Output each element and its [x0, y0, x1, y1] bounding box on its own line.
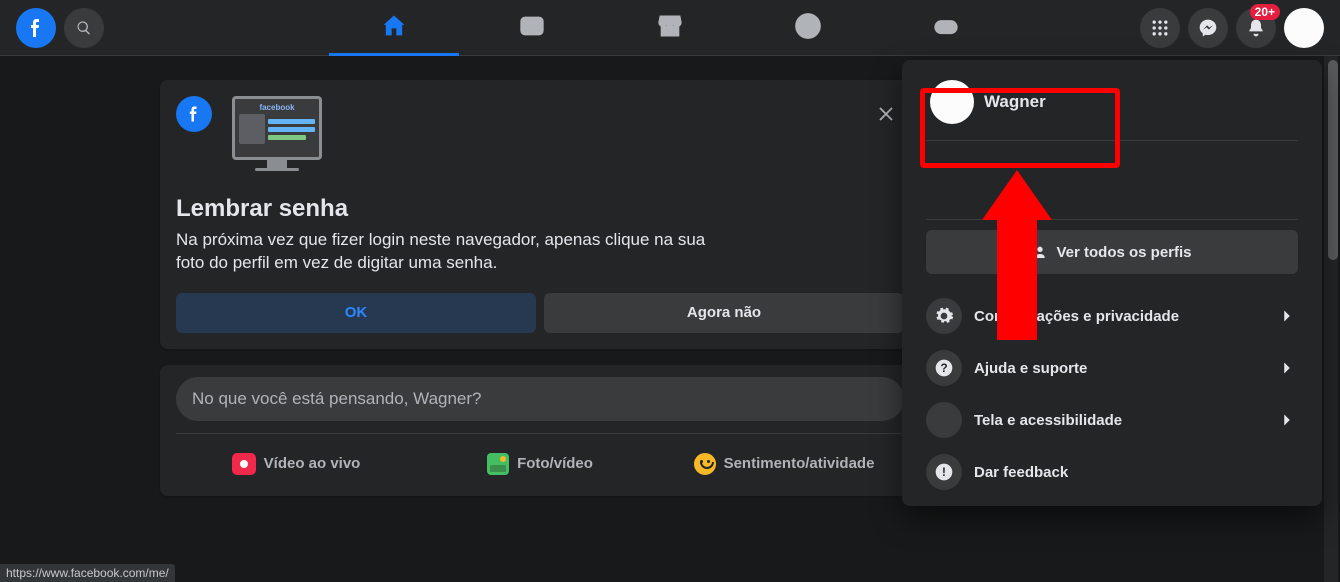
- composer-card: No que você está pensando, Wagner? Vídeo…: [160, 365, 920, 496]
- see-all-label: Ver todos os perfis: [1056, 244, 1191, 261]
- monitor-illustration: facebook: [232, 96, 322, 171]
- nav-watch[interactable]: [467, 0, 597, 56]
- see-all-profiles-button[interactable]: Ver todos os perfis: [926, 230, 1298, 274]
- account-avatar-button[interactable]: [1284, 8, 1324, 48]
- dropdown-item-label: Dar feedback: [974, 464, 1298, 481]
- composer-feeling[interactable]: Sentimento/atividade: [664, 444, 904, 484]
- remember-title: Lembrar senha: [176, 195, 904, 223]
- nav-gaming[interactable]: [881, 0, 1011, 56]
- dropdown-item-label: Tela e acessibilidade: [974, 412, 1264, 429]
- composer-live-label: Vídeo ao vivo: [264, 455, 361, 472]
- chevron-right-icon: [1276, 357, 1298, 379]
- nav-marketplace[interactable]: [605, 0, 735, 56]
- nav-home[interactable]: [329, 0, 459, 56]
- page-scrollbar-thumb[interactable]: [1328, 60, 1338, 260]
- dropdown-settings-privacy[interactable]: Configurações e privacidade: [918, 290, 1306, 342]
- composer-input[interactable]: No que você está pensando, Wagner?: [176, 377, 904, 421]
- account-dropdown: Wagner Ver todos os perfis Configurações…: [902, 60, 1322, 506]
- dropdown-profile-link[interactable]: Wagner: [918, 68, 1306, 136]
- remember-body: Na próxima vez que fizer login neste nav…: [176, 229, 716, 275]
- avatar: [930, 80, 974, 124]
- composer-photo-video[interactable]: Foto/vídeo: [420, 444, 660, 484]
- dropdown-feedback[interactable]: ! Dar feedback: [918, 446, 1306, 498]
- top-right-actions: 20+: [1140, 8, 1324, 48]
- composer-photo-label: Foto/vídeo: [517, 455, 593, 472]
- nav-tabs: [329, 0, 1011, 56]
- ok-button[interactable]: OK: [176, 293, 536, 333]
- photo-icon: [487, 453, 509, 475]
- divider: [926, 140, 1298, 141]
- facebook-logo-icon: [176, 96, 212, 132]
- feed-column: facebook Lembrar senha Na próxima vez qu…: [160, 56, 920, 582]
- dropdown-display-accessibility[interactable]: Tela e acessibilidade: [918, 394, 1306, 446]
- close-button[interactable]: [868, 96, 904, 132]
- profile-name: Wagner: [984, 92, 1046, 112]
- browser-status-url: https://www.facebook.com/me/: [0, 564, 175, 582]
- people-icon: [1032, 244, 1048, 260]
- dropdown-item-label: Configurações e privacidade: [974, 308, 1264, 325]
- smiley-icon: [694, 453, 716, 475]
- svg-text:!: !: [942, 466, 946, 479]
- facebook-logo[interactable]: [16, 8, 56, 48]
- chevron-right-icon: [1276, 409, 1298, 431]
- feedback-icon: !: [926, 454, 962, 490]
- nav-groups[interactable]: [743, 0, 873, 56]
- not-now-button[interactable]: Agora não: [544, 293, 904, 333]
- remember-password-card: facebook Lembrar senha Na próxima vez qu…: [160, 80, 920, 349]
- composer-feeling-label: Sentimento/atividade: [724, 455, 875, 472]
- search-button[interactable]: [64, 8, 104, 48]
- illustration-label: facebook: [239, 103, 315, 112]
- svg-text:?: ?: [940, 362, 947, 375]
- top-navbar: 20+: [0, 0, 1340, 56]
- divider: [926, 219, 1298, 220]
- dropdown-item-label: Ajuda e suporte: [974, 360, 1264, 377]
- messenger-button[interactable]: [1188, 8, 1228, 48]
- video-camera-icon: [232, 453, 256, 475]
- menu-grid-button[interactable]: [1140, 8, 1180, 48]
- notifications-badge: 20+: [1250, 4, 1280, 20]
- notifications-button[interactable]: 20+: [1236, 8, 1276, 48]
- moon-icon: [926, 402, 962, 438]
- gear-icon: [926, 298, 962, 334]
- composer-live-video[interactable]: Vídeo ao vivo: [176, 444, 416, 484]
- help-icon: ?: [926, 350, 962, 386]
- dropdown-help-support[interactable]: ? Ajuda e suporte: [918, 342, 1306, 394]
- chevron-right-icon: [1276, 305, 1298, 327]
